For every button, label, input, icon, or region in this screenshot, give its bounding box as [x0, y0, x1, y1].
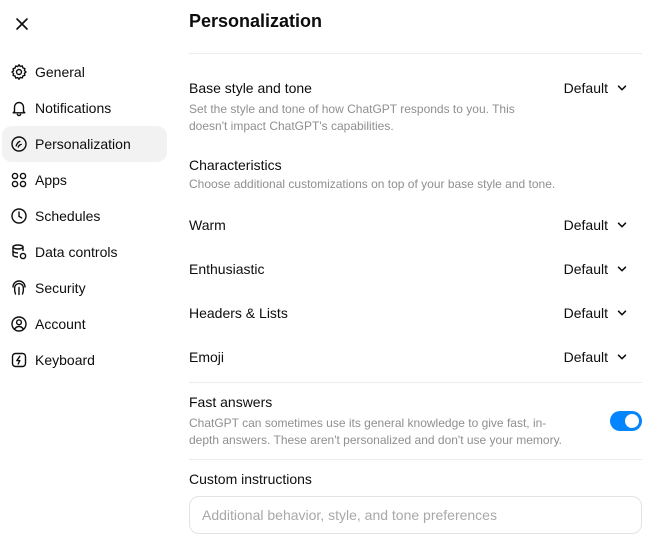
close-icon — [16, 18, 28, 30]
sidebar-item-label: General — [35, 64, 85, 80]
sidebar-item-label: Account — [35, 316, 86, 332]
base-style-title: Base style and tone — [189, 80, 312, 96]
sidebar-item-label: Notifications — [35, 100, 112, 116]
characteristics-title: Characteristics — [189, 157, 282, 173]
sidebar-item-general[interactable]: General — [2, 54, 167, 90]
enthusiastic-select[interactable]: Default — [564, 261, 628, 277]
sidebar-item-account[interactable]: Account — [2, 306, 167, 342]
divider — [189, 53, 642, 54]
gear-icon — [10, 63, 28, 81]
sidebar-item-security[interactable]: Security — [2, 270, 167, 306]
select-value: Default — [563, 305, 608, 321]
personalization-icon — [10, 135, 28, 153]
clock-icon — [10, 207, 28, 225]
keyboard-icon — [10, 351, 28, 369]
fast-answers-title: Fast answers — [189, 394, 273, 410]
sidebar-item-data-controls[interactable]: Data controls — [2, 234, 167, 270]
sidebar-item-schedules[interactable]: Schedules — [2, 198, 167, 234]
emoji-select[interactable]: Default — [564, 349, 628, 365]
characteristics-description: Choose additional customizations on top … — [189, 177, 556, 191]
sidebar-item-label: Personalization — [35, 136, 131, 152]
warm-label: Warm — [189, 217, 226, 233]
select-value: Default — [563, 217, 608, 233]
sidebar-item-label: Keyboard — [35, 352, 95, 368]
fingerprint-icon — [10, 279, 28, 297]
sidebar-item-label: Security — [35, 280, 86, 296]
fast-answers-description-line2: depth answers. These aren't personalized… — [189, 433, 563, 447]
sidebar-item-label: Apps — [35, 172, 67, 188]
headers-lists-label: Headers & Lists — [189, 305, 288, 321]
personalization-panel: Personalization Base style and tone Set … — [189, 0, 642, 545]
divider — [189, 382, 642, 383]
warm-select[interactable]: Default — [564, 217, 628, 233]
base-style-description-line1: Set the style and tone of how ChatGPT re… — [189, 102, 515, 116]
chevron-down-icon — [616, 82, 628, 94]
sidebar-item-label: Schedules — [35, 208, 101, 224]
toggle-knob — [625, 414, 639, 428]
sidebar-item-personalization[interactable]: Personalization — [2, 126, 167, 162]
database-icon — [10, 243, 28, 261]
user-circle-icon — [10, 315, 28, 333]
select-value: Default — [563, 349, 608, 365]
sidebar-item-notifications[interactable]: Notifications — [2, 90, 167, 126]
divider — [189, 459, 642, 460]
fast-answers-description-line1: ChatGPT can sometimes use its general kn… — [189, 416, 547, 430]
custom-instructions-field[interactable] — [189, 496, 642, 534]
headers-lists-select[interactable]: Default — [564, 305, 628, 321]
fast-answers-toggle[interactable] — [610, 411, 642, 431]
chevron-down-icon — [616, 263, 628, 275]
page-title: Personalization — [189, 11, 323, 31]
close-button[interactable] — [12, 14, 32, 34]
chevron-down-icon — [616, 219, 628, 231]
enthusiastic-label: Enthusiastic — [189, 261, 265, 277]
custom-instructions-title: Custom instructions — [189, 471, 312, 487]
chevron-down-icon — [616, 351, 628, 363]
custom-instructions-input[interactable] — [190, 497, 641, 533]
sidebar-item-keyboard[interactable]: Keyboard — [2, 342, 167, 378]
base-style-description-line2: doesn't impact ChatGPT's capabilities. — [189, 119, 394, 133]
chevron-down-icon — [616, 307, 628, 319]
apps-grid-icon — [10, 171, 28, 189]
select-value: Default — [563, 261, 608, 277]
sidebar-item-label: Data controls — [35, 244, 118, 260]
emoji-label: Emoji — [189, 349, 225, 365]
bell-icon — [10, 99, 28, 117]
sidebar-item-apps[interactable]: Apps — [2, 162, 167, 198]
base-style-select[interactable]: Default — [564, 80, 628, 96]
select-value: Default — [563, 80, 608, 96]
